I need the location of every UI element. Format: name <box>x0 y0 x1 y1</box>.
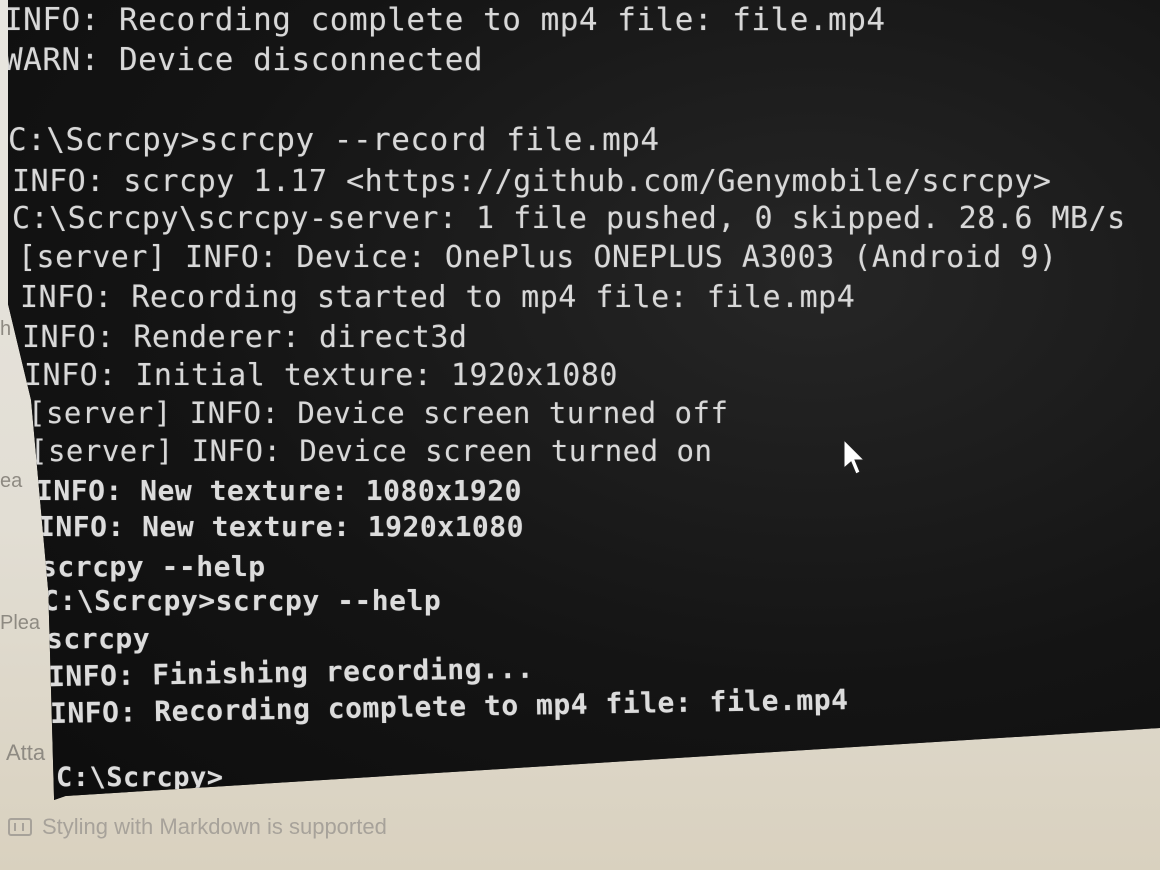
markdown-note: Styling with Markdown is supported <box>8 814 387 840</box>
terminal-line: WARN: Device disconnected <box>8 42 484 78</box>
background-fragment: ea <box>0 470 23 492</box>
terminal-line: [server] INFO: Device: OnePlus ONEPLUS A… <box>18 240 1058 275</box>
background-fragment: Plea <box>0 612 41 634</box>
markdown-icon <box>8 818 32 836</box>
terminal-line: scrcpy --help <box>40 550 266 583</box>
terminal-line: INFO: New texture: 1920x1080 <box>38 510 525 543</box>
terminal-line: INFO: Initial texture: 1920x1080 <box>24 358 618 393</box>
background-fragment: h <box>0 318 12 340</box>
markdown-note-text: Styling with Markdown is supported <box>42 814 387 839</box>
terminal-line: INFO: Recording complete to mp4 file: fi… <box>8 2 886 38</box>
terminal-line: INFO: Renderer: direct3d <box>22 320 468 355</box>
command-prompt-window[interactable]: INFO: Recording complete to mp4 file: fi… <box>8 0 1160 800</box>
terminal-line: INFO: Recording started to mp4 file: fil… <box>20 280 856 315</box>
screenshot-photo: h ea Plea Atta INFO: Recording complete … <box>0 0 1160 870</box>
terminal-line: INFO: Finishing recording... <box>47 651 535 694</box>
terminal-line: C:\Scrcpy\scrcpy-server: 1 file pushed, … <box>12 201 1126 236</box>
terminal-line: INFO: scrcpy 1.17 <https://github.com/Ge… <box>12 164 1052 199</box>
terminal-output[interactable]: INFO: Recording complete to mp4 file: fi… <box>8 0 1160 800</box>
background-fragment: Atta <box>6 740 46 765</box>
terminal-prompt[interactable]: C:\Scrcpy> <box>56 762 224 793</box>
terminal-line: C:\Scrcpy>scrcpy --help <box>42 584 442 617</box>
terminal-line: [server] INFO: Device screen turned off <box>28 396 729 430</box>
terminal-line: scrcpy <box>46 622 151 655</box>
terminal-line: [server] INFO: Device screen turned on <box>30 434 713 468</box>
mouse-pointer-icon <box>843 438 866 475</box>
terminal-line: INFO: New texture: 1080x1920 <box>36 474 523 507</box>
terminal-line: C:\Scrcpy>scrcpy --record file.mp4 <box>8 122 660 158</box>
